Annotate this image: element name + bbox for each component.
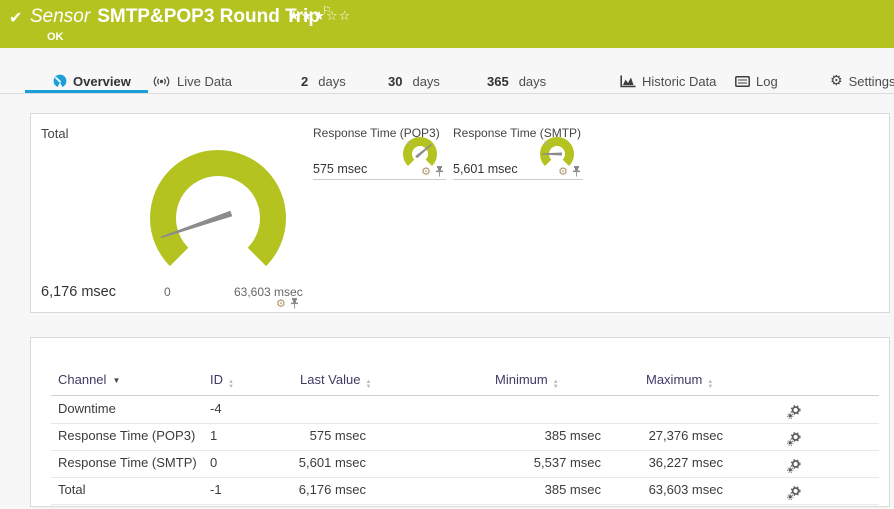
channel-maximum: 36,227 msec: [648, 455, 723, 470]
total-gauge-label: Total: [41, 126, 69, 141]
pop3-gauge-actions: ⚙: [421, 166, 444, 177]
tab-historic-data[interactable]: Historic Data: [620, 72, 716, 90]
gauge-settings-gear-icon[interactable]: ⚙: [558, 166, 568, 177]
gauge-settings-gear-icon[interactable]: ⚙: [421, 166, 431, 177]
area-chart-icon: [620, 75, 636, 87]
gauge-icon: [53, 74, 67, 88]
broadcast-icon: [153, 75, 170, 87]
column-header-minimum[interactable]: Minimum ▲ ▼: [495, 372, 559, 390]
tab-365-days[interactable]: 365 days: [487, 72, 546, 90]
column-header-channel[interactable]: Channel ▼: [58, 372, 120, 387]
channel-id: 1: [210, 428, 218, 443]
channel-last-value: 5,601 msec: [298, 455, 366, 470]
status-check-icon: ✔: [9, 8, 23, 27]
pin-icon[interactable]: [290, 298, 299, 309]
tab-log[interactable]: Log: [735, 72, 778, 90]
pin-icon[interactable]: [572, 166, 581, 177]
pop3-gauge-block: Response Time (POP3) 575 msec ⚙: [313, 122, 446, 180]
total-gauge-value: 6,176 msec: [41, 284, 116, 300]
column-header-maximum[interactable]: Maximum ▲ ▼: [646, 372, 713, 390]
channel-name: Response Time (SMTP): [58, 455, 197, 470]
channel-minimum: 385 msec: [544, 482, 601, 497]
gear-icon: ⚙: [830, 73, 843, 89]
table-row-downtime: Downtime -4: [51, 396, 879, 424]
tab-30-days[interactable]: 30 days: [388, 72, 440, 90]
total-gauge: [150, 150, 286, 267]
channel-id: -4: [210, 401, 222, 416]
channel-minimum: 385 msec: [544, 428, 601, 443]
total-gauge-actions: ⚙: [276, 298, 299, 309]
smtp-gauge-actions: ⚙: [558, 166, 581, 177]
column-header-id[interactable]: ID ▲ ▼: [210, 372, 234, 390]
gauge-settings-gear-icon[interactable]: ⚙: [276, 298, 286, 309]
pop3-gauge-value: 575 msec: [313, 162, 368, 176]
gauges-panel: Total 6,176 msec 0 63,603 msec ⚙ Respons…: [30, 113, 890, 313]
column-header-last-value[interactable]: Last Value ▲ ▼: [300, 372, 371, 390]
sensor-name: SMTP&POP3 Round Trip: [97, 6, 320, 27]
sort-icon: ▲ ▼: [228, 379, 234, 390]
sort-icon: ▲ ▼: [365, 379, 372, 390]
tab-2-days[interactable]: 2 days: [301, 72, 346, 90]
tab-live-data[interactable]: Live Data: [152, 72, 232, 90]
channel-minimum: 5,537 msec: [533, 455, 601, 470]
priority-stars[interactable]: ★★★☆☆: [288, 9, 351, 24]
smtp-gauge-block: Response Time (SMTP) 5,601 msec ⚙: [453, 122, 583, 180]
tab-settings[interactable]: ⚙ Settings: [830, 72, 894, 90]
tab-overview[interactable]: Overview: [53, 72, 131, 90]
channel-id: -1: [210, 482, 222, 497]
table-row-pop3: Response Time (POP3) 1 575 msec 385 msec…: [51, 423, 879, 451]
sort-desc-icon: ▼: [112, 376, 121, 385]
total-gauge-min-label: 0: [164, 285, 171, 299]
channel-name: Total: [58, 482, 86, 497]
table-row-smtp: Response Time (SMTP) 0 5,601 msec 5,537 …: [51, 450, 879, 478]
sort-icon: ▲ ▼: [552, 379, 559, 390]
active-tab-underline: [25, 90, 148, 93]
object-kind-label: Sensor: [30, 6, 91, 27]
table-row-total: Total -1 6,176 msec 385 msec 63,603 msec: [51, 477, 879, 505]
smtp-gauge-value: 5,601 msec: [453, 162, 518, 176]
channel-last-value: 6,176 msec: [298, 482, 366, 497]
log-icon: [735, 75, 750, 87]
channel-maximum: 27,376 msec: [648, 428, 723, 443]
channels-table-panel: Channel ▼ ID ▲ ▼ Last Value ▲ ▼ Minimum ▲ ▼ Max…: [30, 337, 890, 507]
channel-name: Downtime: [58, 401, 116, 416]
sensor-header-bar: ✔ Sensor SMTP&POP3 Round Trip ⚐ OK ★★★☆☆: [0, 0, 894, 48]
sort-icon: ▲ ▼: [707, 379, 714, 390]
pin-icon[interactable]: [435, 166, 444, 177]
channel-maximum: 63,603 msec: [648, 482, 723, 497]
channel-name: Response Time (POP3): [58, 428, 196, 443]
channel-id: 0: [210, 455, 218, 470]
tab-bar-divider: [0, 93, 894, 94]
page-title: Sensor SMTP&POP3 Round Trip ⚐: [30, 4, 332, 28]
edit-channel-gears-icon[interactable]: [787, 483, 801, 509]
total-gauge-max-label: 63,603 msec: [234, 285, 303, 299]
status-badge: OK: [47, 31, 64, 43]
channel-last-value: 575 msec: [309, 428, 366, 443]
